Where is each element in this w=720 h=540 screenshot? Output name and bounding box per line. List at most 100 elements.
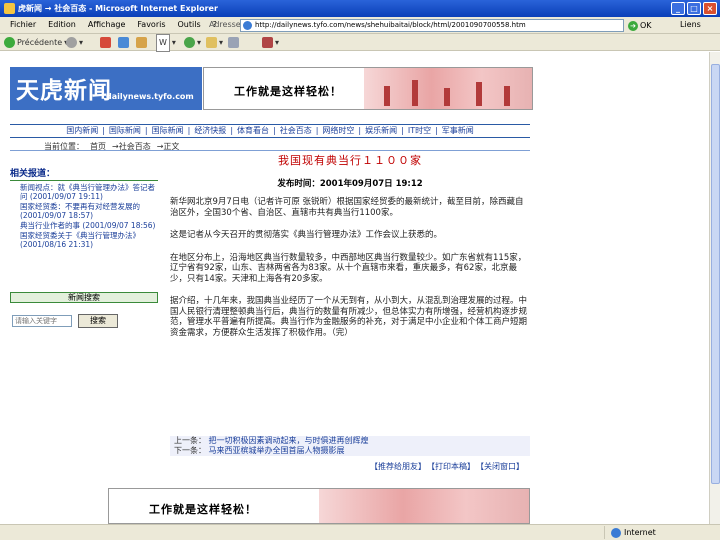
refresh-button[interactable] (118, 36, 129, 49)
stop-icon (100, 37, 111, 48)
menu-file[interactable]: Fichier (4, 17, 42, 33)
recommend-link[interactable]: 【推荐给朋友】 (370, 461, 426, 472)
research-icon (262, 37, 273, 48)
toolbar: Précédente ▾ ▾ W ▾ ▾ ▾ ▾ (0, 33, 720, 52)
minimize-button[interactable]: _ (671, 2, 685, 15)
page-viewport: 天虎新闻 dailynews.tyfo.com 工作就是这样轻松！ 国内新闻 | … (0, 52, 709, 524)
window-titlebar: 虎新闻 → 社会百态 - Microsoft Internet Explorer… (0, 0, 720, 17)
go-button[interactable]: ➔ OK (628, 19, 668, 32)
print-link[interactable]: 【打印本稿】 (427, 461, 475, 472)
search-title: 新闻搜索 (10, 292, 158, 303)
links-label[interactable]: Liens (680, 17, 701, 33)
mail-button[interactable]: ▾ (206, 36, 223, 49)
site-logo[interactable]: 天虎新闻 dailynews.tyfo.com (10, 67, 202, 110)
nav-military[interactable]: 军事新闻 (442, 125, 474, 137)
back-arrow-icon (4, 37, 15, 48)
maximize-button[interactable]: □ (687, 2, 701, 15)
zone-label: Internet (624, 528, 656, 537)
logo-text: 天虎新闻 (16, 77, 112, 104)
related-list: 新闻视点：就《典当行管理办法》答记者问 (2001/09/07 19:11) 国… (10, 183, 158, 249)
prev-row: 上一条： 把一切积极因素调动起来，与时俱进再创辉煌 (174, 436, 530, 446)
bottom-ad-banner[interactable]: 工作就是这样轻松！ (108, 488, 530, 524)
forward-button[interactable]: ▾ (66, 36, 83, 49)
divider (10, 150, 530, 151)
article-paragraph: 在地区分布上，沿海地区典当行数量较多，中西部地区典当行数量较少。如广东省就有11… (170, 252, 527, 284)
nav-economy[interactable]: 经济快报 (194, 125, 226, 137)
related-link[interactable]: 典当行业作者的事 (2001/09/07 18:56) (20, 221, 158, 230)
menu-edit[interactable]: Edition (42, 17, 82, 33)
nav-society[interactable]: 社会百态 (280, 125, 312, 137)
banner-image (364, 68, 532, 109)
messenger-icon (184, 37, 195, 48)
close-button[interactable]: × (703, 2, 717, 15)
back-label: Précédente (17, 37, 63, 47)
home-icon (136, 37, 147, 48)
menu-view[interactable]: Affichage (82, 17, 132, 33)
ie-icon (4, 3, 15, 14)
nav-international[interactable]: 国际新闻 (152, 125, 184, 137)
page-icon (243, 21, 252, 30)
chevron-down-icon: ▾ (275, 37, 280, 47)
bottom-banner-slogan: 工作就是这样轻松！ (149, 503, 257, 516)
prev-link[interactable]: 把一切积极因素调动起来，与时俱进再创辉煌 (209, 436, 369, 445)
address-bar[interactable]: http://dailynews.tyfo.com/news/shehuibai… (240, 19, 624, 32)
article-paragraph: 这是记者从今天召开的贯彻落实《典当行管理办法》工作会议上获悉的。 (170, 230, 443, 240)
menu-tools[interactable]: Outils (172, 17, 207, 33)
article-meta: 发布时间：2001年09月07日 19:12 (277, 179, 423, 189)
footer-links: 【推荐给朋友】 【打印本稿】 【关闭窗口】 (370, 461, 524, 472)
article-body: 新华网北京9月7日电（记者许可原 张锐昕）根据国家经贸委的最新统计，截至目前，除… (170, 197, 530, 338)
go-label: OK (640, 21, 652, 30)
top-ad-banner[interactable]: 工作就是这样轻松！ (203, 67, 533, 110)
article: 我国现有典当行１１００家 发布时间：2001年09月07日 19:12 新华网北… (170, 152, 530, 350)
chevron-down-icon: ▾ (197, 37, 202, 47)
research-button[interactable]: ▾ (262, 36, 279, 49)
bottom-banner-image (319, 489, 529, 523)
word-icon: W (156, 33, 170, 52)
nav-sports[interactable]: 体育看台 (237, 125, 269, 137)
print-button[interactable] (228, 36, 239, 49)
related-link[interactable]: 国家经贸委关于《典当行管理办法》 (2001/08/16 21:31) (20, 231, 158, 249)
vertical-scrollbar[interactable] (709, 52, 720, 524)
site-nav: 国内新闻 | 国际新闻 | 国际新闻 | 经济快报 | 体育看台 | 社会百态 | 网络时空… (10, 124, 530, 138)
next-row: 下一条： 马来西亚槟城举办全国首届人物摄影展 (174, 446, 530, 456)
search-button[interactable]: 搜索 (78, 314, 118, 328)
security-zone: Internet (604, 526, 656, 539)
related-link[interactable]: 新闻视点：就《典当行管理办法》答记者问 (2001/09/07 19:11) (20, 183, 158, 201)
menu-favorites[interactable]: Favoris (131, 17, 171, 33)
menu-items: Fichier Edition Affichage Favoris Outils… (4, 17, 223, 33)
nav-domestic-2[interactable]: 国际新闻 (109, 125, 141, 137)
next-link[interactable]: 马来西亚槟城举办全国首届人物摄影展 (209, 446, 345, 455)
article-paragraph: 据介绍，十几年来，我国典当业经历了一个从无到有，从小到大，从混乱到治理发展的过程… (170, 296, 528, 338)
status-bar: Internet (0, 524, 720, 540)
print-icon (228, 37, 239, 48)
related-title: 相关报道： (10, 166, 158, 181)
nav-it[interactable]: IT时空 (408, 125, 431, 137)
chevron-down-icon: ▾ (171, 37, 176, 47)
nav-domestic[interactable]: 国内新闻 (66, 125, 98, 137)
related-link[interactable]: 国家经贸委：不要再有对经营发展的 (2001/09/07 18:57) (20, 202, 158, 220)
home-button[interactable] (136, 36, 147, 49)
logo-domain: dailynews.tyfo.com (106, 92, 194, 101)
prev-next-box: 上一条： 把一切积极因素调动起来，与时俱进再创辉煌 下一条： 马来西亚槟城举办全… (170, 436, 530, 456)
word-button[interactable]: W ▾ (156, 33, 176, 52)
nav-entertainment[interactable]: 娱乐新闻 (365, 125, 397, 137)
window-title: 虎新闻 → 社会百态 - Microsoft Internet Explorer (18, 4, 218, 13)
messenger-button[interactable]: ▾ (184, 36, 201, 49)
menubar: Fichier Edition Affichage Favoris Outils… (0, 17, 720, 34)
sidebar: 相关报道： 新闻视点：就《典当行管理办法》答记者问 (2001/09/07 19… (10, 166, 158, 250)
stop-button[interactable] (100, 36, 111, 49)
nav-internet[interactable]: 网络时空 (322, 125, 354, 137)
search-input[interactable] (12, 315, 72, 327)
mail-icon (206, 37, 217, 48)
window-controls: _ □ × (671, 2, 717, 15)
back-button[interactable]: Précédente ▾ (4, 36, 68, 49)
close-window-link[interactable]: 【关闭窗口】 (476, 461, 524, 472)
next-label: 下一条： (174, 446, 206, 455)
address-url: http://dailynews.tyfo.com/news/shehuibai… (255, 21, 526, 29)
prev-label: 上一条： (174, 436, 206, 445)
chevron-down-icon: ▾ (219, 37, 224, 47)
globe-icon (611, 527, 621, 538)
address-label: Adresse (209, 20, 241, 29)
scrollbar-thumb[interactable] (711, 64, 720, 484)
forward-arrow-icon (66, 37, 77, 48)
